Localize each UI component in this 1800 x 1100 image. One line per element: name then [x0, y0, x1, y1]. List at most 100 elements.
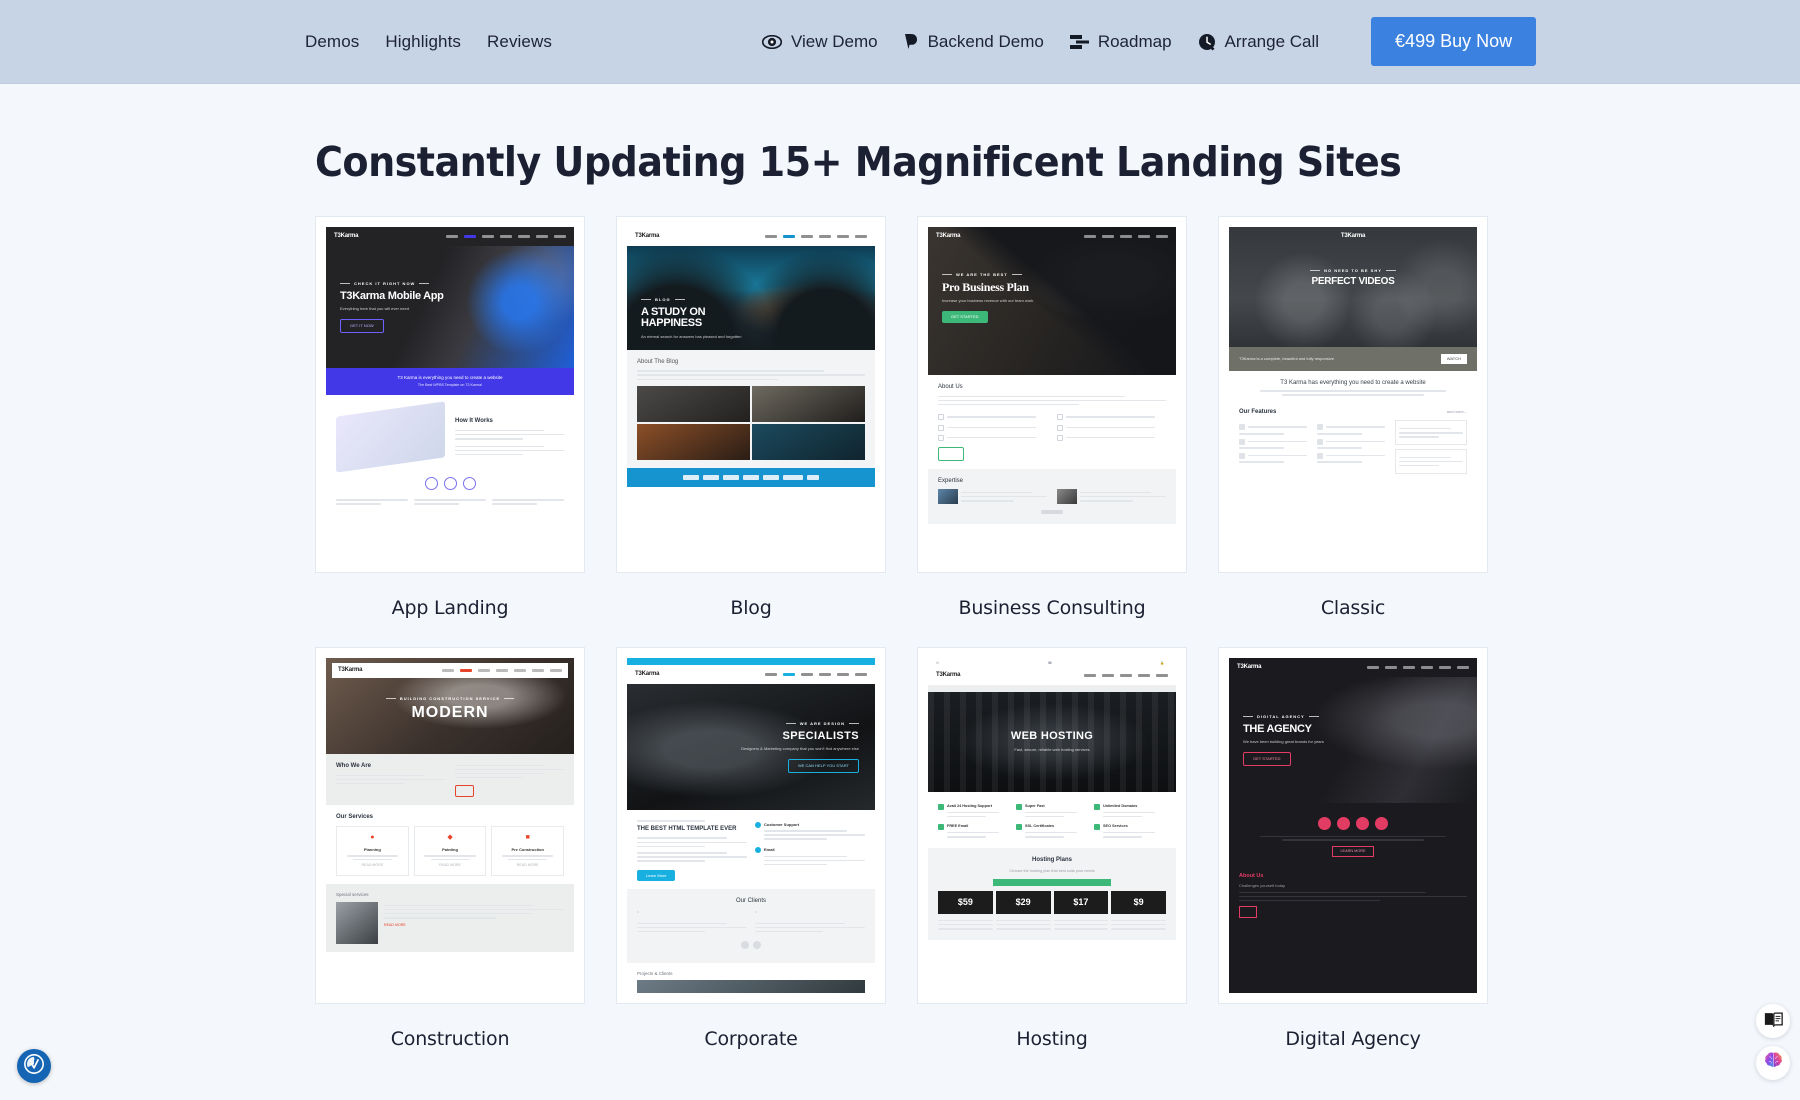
demo-card-app-landing[interactable]: T3Karma CHECK IT RIGHT NOW T3Karma Mobil… [315, 216, 585, 573]
thumb-title: T3Karma Mobile App [340, 289, 444, 302]
thumb-section-title: About The Blog [637, 358, 679, 365]
thumb-brand: T3Karma [635, 671, 660, 677]
accessibility-widget-button[interactable] [17, 1049, 51, 1083]
learn-more-button: Learn More [637, 869, 676, 882]
flame-icon: ● [370, 834, 375, 842]
thumb-section-title: About Us [938, 384, 963, 390]
thumb-brand: T3Karma [1237, 664, 1262, 670]
plan-price: $29 [1015, 897, 1031, 908]
thumb-section-title-2: Our Clients [735, 898, 766, 905]
roadmap-link[interactable]: Roadmap [1069, 32, 1172, 52]
thumb-section-title-3: Projects & Clients [637, 970, 673, 976]
roadmap-icon [1069, 34, 1089, 50]
demo-card-classic[interactable]: T3Karma NO NEED TO BE SHY PERFECT VIDEOS… [1218, 216, 1488, 573]
thumb-kicker: BUILDING CONSTRUCTION SERVICE [386, 696, 514, 702]
thumb-kicker: WE ARE DESIGN [786, 721, 859, 727]
demo-cell-app-landing: T3Karma CHECK IT RIGHT NOW T3Karma Mobil… [315, 216, 585, 647]
thumb-nav [765, 672, 867, 676]
thumb-pricing-sub: Choose the hosting plan that best suits … [1009, 868, 1095, 873]
thumb-image-grid [637, 386, 865, 461]
thumb-sub: Increase your business revenue with our … [942, 298, 1034, 304]
demo-cell-hosting: ✉ ☎ 🔒 T3Karma WEB HOSTING Fast, secure, … [917, 647, 1187, 1078]
thumb-nav [765, 234, 867, 238]
thumb-price-row: $59 $29 $17 $9 [938, 891, 1166, 915]
thumb-section-title: How It Works [455, 418, 493, 425]
thumb-sub: We have been building great brands for y… [1243, 739, 1324, 745]
accessibility-icon [23, 1053, 45, 1080]
demo-card-corporate[interactable]: T3Karma WE ARE DESIGN SPECIALISTS Design… [616, 647, 886, 1004]
reader-mode-button[interactable] [1756, 1004, 1790, 1038]
page-title: Constantly Updating 15+ Magnificent Land… [315, 138, 1402, 186]
thumb-section-title-2: Expertise [938, 477, 964, 484]
service-button: READ MORE [439, 863, 461, 868]
tool-icon: ■ [525, 834, 530, 842]
demo-card-hosting[interactable]: ✉ ☎ 🔒 T3Karma WEB HOSTING Fast, secure, … [917, 647, 1187, 1004]
thumb-hero-button: GET IT NOW [340, 318, 384, 333]
demo-card-digital-agency[interactable]: T3Karma DIGITAL AGENCY THE AGENCY We hav… [1218, 647, 1488, 1004]
thumb-section-title-2: and more... [1446, 408, 1467, 414]
thumb-brand: T3Karma [936, 233, 961, 239]
demo-cell-blog: T3Karma BLOG A STUDY ON HAPPINESS An ete… [616, 216, 886, 647]
thumb-circles [336, 477, 564, 491]
floating-dock [1756, 1004, 1790, 1080]
thumb-section-title: Who We Are [336, 763, 372, 769]
demo-cell-corporate: T3Karma WE ARE DESIGN SPECIALISTS Design… [616, 647, 886, 1078]
thumb-title: SPECIALISTS [782, 729, 859, 742]
service-button: READ MORE [361, 863, 384, 868]
demo-label-digital-agency: Digital Agency [1285, 1028, 1421, 1050]
brush-icon: ◆ [447, 834, 453, 842]
thumb-band-line2: The Best WPBS Template on T3 Karma! [417, 383, 483, 388]
demo-label-corporate: Corporate [704, 1028, 798, 1050]
thumb-brand: T3Karma [635, 233, 660, 239]
arrange-call-link[interactable]: Arrange Call [1198, 31, 1320, 52]
backend-demo-label: Backend Demo [927, 31, 1044, 51]
buy-now-button[interactable]: €499 Buy Now [1371, 17, 1537, 66]
secondary-nav: View Demo Backend Demo Roadmap Arrange C… [761, 17, 1537, 66]
thumb-brand: T3Karma [1340, 233, 1366, 239]
demo-card-business-consulting[interactable]: T3Karma WE ARE THE BEST Pro Business Pla… [917, 216, 1187, 573]
book-icon [1764, 1011, 1783, 1032]
demo-label-app-landing: App Landing [391, 597, 509, 619]
thumb-brand: T3Karma [338, 667, 363, 673]
feature-name: Unlimited Domains [1103, 803, 1138, 808]
plan-price: $9 [1133, 897, 1144, 908]
demo-cell-business-consulting: T3Karma WE ARE THE BEST Pro Business Pla… [917, 216, 1187, 647]
thumb-kicker: WE ARE THE BEST [942, 272, 1162, 278]
demo-grid: T3Karma CHECK IT RIGHT NOW T3Karma Mobil… [315, 216, 1545, 1078]
thumb-section-title: About Us [1239, 873, 1264, 880]
feature-name: FREE Email [947, 823, 969, 828]
view-demo-link[interactable]: View Demo [761, 32, 878, 52]
site-header: Demos Highlights Reviews View Demo Backe… [0, 0, 1800, 84]
thumb-sub: Fast, secure, reliable web hosting servi… [1014, 746, 1090, 752]
thumb-band-line: T3Karma is a complete, beautiful and ful… [1239, 356, 1334, 361]
arrange-call-label: Arrange Call [1224, 31, 1320, 51]
thumb-brand: T3Karma [334, 233, 359, 239]
feature-name: Super Fast [1025, 803, 1045, 808]
thumb-section-title: THE BEST HTML TEMPLATE EVER [637, 825, 737, 832]
thumb-sub: An eternal search for answers has please… [641, 333, 742, 339]
demo-label-business-consulting: Business Consulting [958, 597, 1146, 619]
thumb-tag-row [627, 468, 875, 488]
nav-link-demos[interactable]: Demos [305, 32, 359, 52]
read-more-button: READ MORE [384, 922, 406, 927]
backend-demo-link[interactable]: Backend Demo [904, 32, 1044, 52]
thumb-title: PERFECT VIDEOS [1311, 276, 1395, 288]
demo-card-construction[interactable]: T3Karma BUILDING CONSTRUCTION SERVICE MO… [315, 647, 585, 1004]
demo-cell-construction: T3Karma BUILDING CONSTRUCTION SERVICE MO… [315, 647, 585, 1078]
ai-assistant-button[interactable] [1756, 1046, 1790, 1080]
thumb-services: ● Planning READ MORE ◆ Painting READ MOR… [336, 826, 565, 876]
thumb-kicker: NO NEED TO BE SHY [1310, 268, 1396, 274]
demo-card-blog[interactable]: T3Karma BLOG A STUDY ON HAPPINESS An ete… [616, 216, 886, 573]
thumb-title: A STUDY ON HAPPINESS [641, 305, 706, 330]
nav-link-reviews[interactable]: Reviews [487, 32, 552, 52]
thumb-hero-button: GET STARTED [1243, 751, 1291, 766]
thumb-section-title-2: Challenges yourself today [1239, 883, 1286, 889]
thumb-kicker: CHECK IT RIGHT NOW [340, 281, 466, 287]
thumb-kicker: BLOG [641, 297, 861, 303]
demo-label-classic: Classic [1320, 597, 1386, 619]
demo-label-hosting: Hosting [1016, 1028, 1088, 1050]
demo-label-construction: Construction [390, 1028, 510, 1050]
nav-link-highlights[interactable]: Highlights [385, 32, 461, 52]
thumb-circles [1239, 816, 1467, 830]
thumb-nav [446, 234, 566, 238]
